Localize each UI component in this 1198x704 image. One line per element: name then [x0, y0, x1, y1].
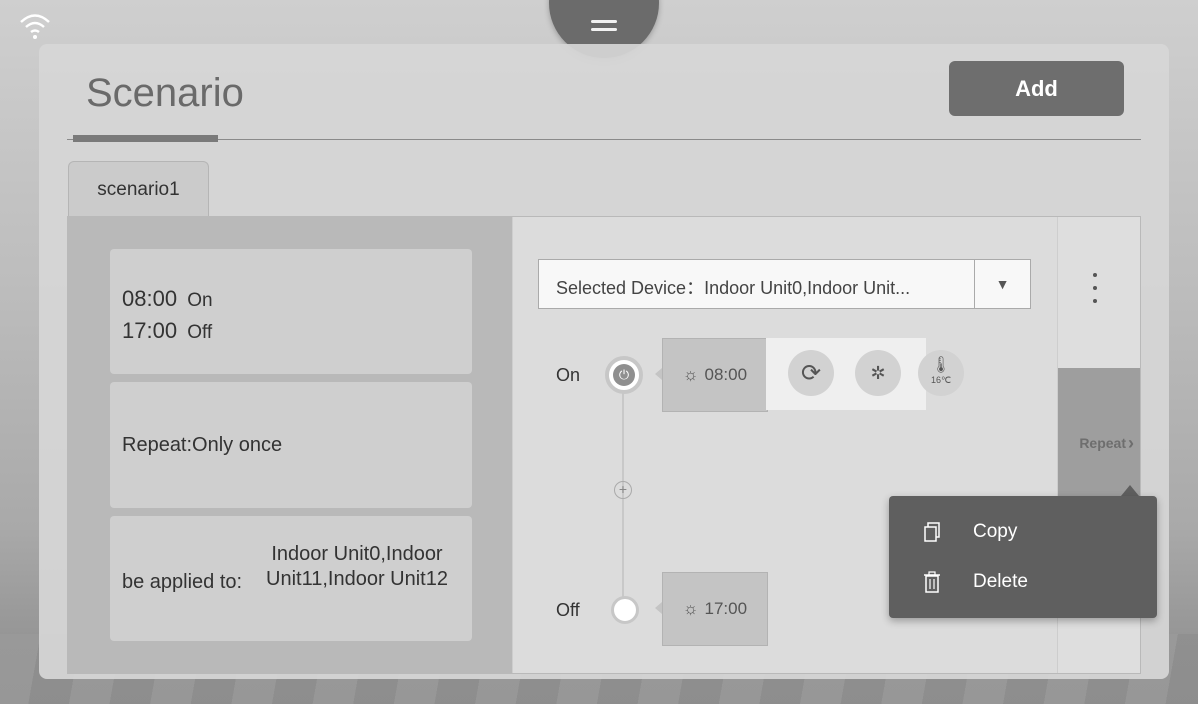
kebab-icon[interactable]	[1090, 273, 1100, 303]
selected-device-text: Selected Device：Indoor Unit0,Indoor Unit…	[556, 278, 911, 298]
title-divider	[67, 139, 1141, 140]
off-time-chip[interactable]: ☼ 17:00	[662, 572, 768, 646]
applied-label: be applied to:	[122, 571, 243, 593]
on-label: On	[556, 365, 581, 385]
scenario-panel: Scenario Add scenario1 08:00 On 17:00 Of…	[39, 44, 1169, 679]
off-label: Off	[556, 600, 580, 620]
summary-pane: 08:00 On 17:00 Off Repeat:Only once be a…	[68, 217, 512, 673]
repeat-card[interactable]: Repeat:Only once	[110, 382, 472, 508]
off-state: Off	[187, 322, 213, 343]
repeat-summary: Repeat:Only once	[122, 434, 283, 456]
menu-icon-bar	[591, 28, 617, 31]
plus-icon[interactable]: +	[614, 481, 632, 499]
fan-icon[interactable]: ✲	[855, 350, 901, 396]
schedule-card[interactable]: 08:00 On 17:00 Off	[110, 249, 472, 374]
chevron-right-icon: ›	[1128, 432, 1134, 453]
sun-icon: ☼	[682, 365, 699, 384]
on-schedule: 08:00 On	[122, 286, 213, 312]
on-state: On	[187, 290, 213, 311]
applied-devices: Indoor Unit0,Indoor Unit11,Indoor Unit12	[266, 543, 448, 590]
copy-icon	[921, 520, 943, 544]
chip-pointer	[655, 602, 662, 614]
trash-icon	[921, 570, 943, 594]
chip-pointer	[655, 368, 662, 380]
context-menu: Copy Delete	[889, 496, 1157, 618]
sun-icon: ☼	[682, 599, 699, 618]
refresh-icon[interactable]: ⟳	[788, 350, 834, 396]
applied-card[interactable]: be applied to: Indoor Unit0,Indoor Unit1…	[110, 516, 472, 641]
scenario-content: 08:00 On 17:00 Off Repeat:Only once be a…	[67, 216, 1157, 674]
copy-label: Copy	[973, 521, 1018, 542]
delete-menu-item[interactable]: Delete	[921, 570, 1028, 594]
off-time: 17:00	[122, 318, 178, 343]
menu-pointer	[1121, 485, 1139, 496]
on-time-chip[interactable]: ☼ 08:00	[662, 338, 768, 412]
title-underline	[73, 135, 218, 142]
tab-scenario1[interactable]: scenario1	[68, 161, 209, 217]
thermometer-icon[interactable]: 🌡 16℃	[918, 350, 964, 396]
temp-badge: 16℃	[930, 375, 952, 385]
copy-menu-item[interactable]: Copy	[921, 520, 1017, 544]
dropdown-arrow-icon[interactable]: ▼	[974, 260, 1030, 308]
wifi-icon	[20, 14, 50, 39]
off-time-chip-label: 17:00	[704, 599, 748, 618]
power-icon: ⏻	[613, 364, 635, 386]
delete-label: Delete	[973, 571, 1028, 592]
page-title: Scenario	[86, 71, 244, 115]
on-node[interactable]: ⏻	[605, 356, 643, 394]
menu-icon-bar	[591, 20, 617, 23]
off-node[interactable]	[611, 596, 639, 624]
device-select[interactable]: Selected Device：Indoor Unit0,Indoor Unit…	[538, 259, 1031, 309]
on-time: 08:00	[122, 286, 178, 311]
on-time-chip-label: 08:00	[704, 365, 748, 384]
add-button[interactable]: Add	[949, 61, 1124, 116]
repeat-side-label: Repeat	[1079, 435, 1126, 451]
off-schedule: 17:00 Off	[122, 318, 212, 344]
